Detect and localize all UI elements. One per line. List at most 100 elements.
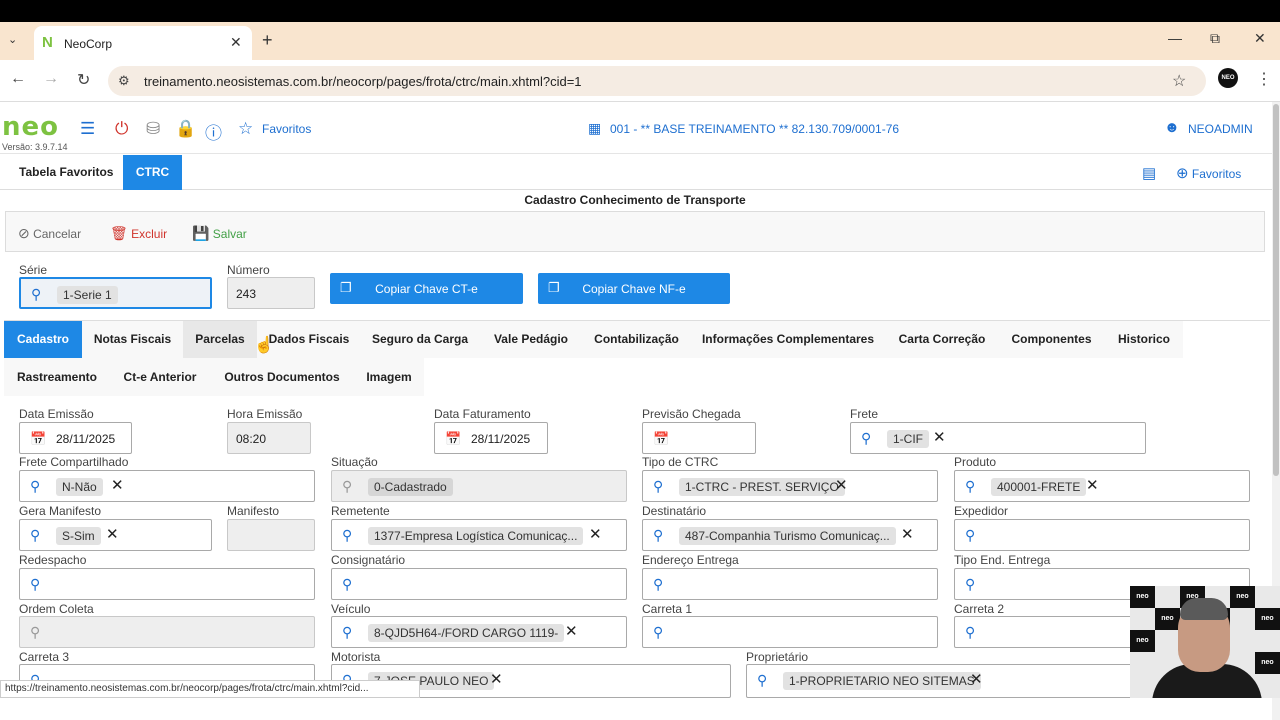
restore-icon[interactable]: ⧉ bbox=[1210, 30, 1220, 47]
ordem-coleta-field[interactable]: ⚲ bbox=[19, 616, 315, 648]
endereco-entrega-field[interactable]: ⚲ bbox=[642, 568, 938, 600]
expedidor-field[interactable]: ⚲ bbox=[954, 519, 1250, 551]
company-selector[interactable]: 001 - ** BASE TREINAMENTO ** 82.130.709/… bbox=[610, 122, 899, 136]
clear-icon[interactable]: ✕ bbox=[1086, 476, 1099, 494]
search-icon[interactable]: ⚲ bbox=[30, 527, 40, 544]
tab-rastreamento[interactable]: Rastreamento bbox=[4, 358, 110, 396]
power-icon[interactable]: ⏻ bbox=[115, 119, 128, 139]
redespacho-field[interactable]: ⚲ bbox=[19, 568, 315, 600]
browser-menu-icon[interactable]: ⋮ bbox=[1256, 69, 1272, 89]
consignatario-field[interactable]: ⚲ bbox=[331, 568, 627, 600]
situacao-field[interactable]: ⚲ 0-Cadastrado bbox=[331, 470, 627, 502]
hamburger-menu-icon[interactable]: ☰ bbox=[80, 119, 95, 139]
close-tab-icon[interactable]: ✕ bbox=[230, 34, 242, 51]
search-icon[interactable]: ⚲ bbox=[965, 478, 975, 495]
search-icon[interactable]: ⚲ bbox=[861, 430, 871, 447]
remetente-field[interactable]: ⚲ 1377-Empresa Logística Comunicaç... ✕ bbox=[331, 519, 627, 551]
search-icon[interactable]: ⚲ bbox=[653, 624, 663, 641]
star-icon[interactable]: ☆ bbox=[238, 119, 253, 139]
profile-avatar[interactable]: NEO bbox=[1218, 68, 1238, 88]
close-window-icon[interactable]: ✕ bbox=[1254, 30, 1266, 47]
tab-cte-anterior[interactable]: Ct-e Anterior bbox=[110, 358, 210, 396]
serie-field[interactable]: ⚲ 1-Serie 1 bbox=[19, 277, 212, 309]
save-button[interactable]: 💾 Salvar bbox=[192, 225, 247, 242]
search-icon[interactable]: ⚲ bbox=[965, 576, 975, 593]
numero-field[interactable]: 243 bbox=[227, 277, 315, 309]
tab-seguro-da-carga[interactable]: Seguro da Carga bbox=[361, 321, 479, 358]
add-favorite-button[interactable]: ⊕ Favoritos bbox=[1176, 164, 1241, 182]
clear-icon[interactable]: ✕ bbox=[970, 670, 983, 688]
info-icon[interactable]: ⓘ bbox=[205, 119, 222, 144]
browser-tab[interactable]: N NeoCorp ✕ bbox=[34, 26, 252, 60]
calendar-icon[interactable]: 📅 bbox=[445, 431, 461, 447]
back-icon[interactable]: ← bbox=[10, 70, 26, 88]
clear-icon[interactable]: ✕ bbox=[933, 428, 946, 446]
tab-historico[interactable]: Historico bbox=[1105, 321, 1183, 358]
bookmark-star-icon[interactable]: ☆ bbox=[1172, 71, 1186, 91]
search-icon[interactable]: ⚲ bbox=[30, 576, 40, 593]
tab-carta-correcao[interactable]: Carta Correção bbox=[886, 321, 998, 358]
tipo-ctrc-field[interactable]: ⚲ 1-CTRC - PREST. SERVIÇO ✕ bbox=[642, 470, 938, 502]
url-text[interactable]: treinamento.neosistemas.com.br/neocorp/p… bbox=[144, 74, 582, 89]
clear-icon[interactable]: ✕ bbox=[589, 525, 602, 543]
cancel-button[interactable]: ⊘ Cancelar bbox=[18, 225, 81, 242]
data-faturamento-field[interactable]: 📅 28/11/2025 bbox=[434, 422, 548, 454]
site-info-icon[interactable]: ⚙ bbox=[118, 73, 130, 89]
user-name[interactable]: NEOADMIN bbox=[1188, 122, 1253, 136]
carreta1-field[interactable]: ⚲ bbox=[642, 616, 938, 648]
tab-cadastro[interactable]: Cadastro bbox=[4, 321, 82, 358]
omnibox[interactable]: ⚙ treinamento.neosistemas.com.br/neocorp… bbox=[108, 66, 1206, 96]
forward-icon[interactable]: → bbox=[43, 70, 59, 88]
search-icon[interactable]: ⚲ bbox=[653, 478, 663, 495]
tab-vale-pedagio[interactable]: Vale Pedágio bbox=[479, 321, 583, 358]
copy-cte-button[interactable]: ❐ Copiar Chave CT-e bbox=[330, 273, 523, 304]
manifesto-field[interactable] bbox=[227, 519, 315, 551]
tab-informacoes-complementares[interactable]: Informações Complementares bbox=[690, 321, 886, 358]
search-icon[interactable]: ⚲ bbox=[965, 624, 975, 641]
tab-outros-documentos[interactable]: Outros Documentos bbox=[210, 358, 354, 396]
tab-imagem[interactable]: Imagem bbox=[354, 358, 424, 396]
lock-icon[interactable]: 🔒 bbox=[175, 119, 196, 139]
tab-notas-fiscais[interactable]: Notas Fiscais bbox=[82, 321, 183, 358]
clear-icon[interactable]: ✕ bbox=[901, 525, 914, 543]
tab-ctrc[interactable]: CTRC bbox=[123, 155, 182, 190]
search-icon[interactable]: ⚲ bbox=[342, 624, 352, 641]
favorites-link[interactable]: Favoritos bbox=[262, 122, 311, 136]
search-icon[interactable]: ⚲ bbox=[757, 672, 767, 689]
tab-parcelas[interactable]: Parcelas bbox=[183, 321, 257, 358]
calendar-icon[interactable]: 📅 bbox=[653, 431, 669, 447]
new-tab-icon[interactable]: + bbox=[262, 30, 273, 51]
proprietario-field[interactable]: ⚲ 1-PROPRIETARIO NEO SITEMAS ✕ bbox=[746, 664, 1146, 698]
database-icon[interactable]: ⛁ bbox=[146, 119, 160, 139]
search-icon[interactable]: ⚲ bbox=[653, 527, 663, 544]
search-icon[interactable]: ⚲ bbox=[653, 576, 663, 593]
clear-icon[interactable]: ✕ bbox=[111, 476, 124, 494]
frete-field[interactable]: ⚲ 1-CIF ✕ bbox=[850, 422, 1146, 454]
gera-manifesto-field[interactable]: ⚲ S-Sim ✕ bbox=[19, 519, 212, 551]
reload-icon[interactable]: ↻ bbox=[77, 70, 90, 90]
tab-contabilizacao[interactable]: Contabilização bbox=[583, 321, 690, 358]
veiculo-field[interactable]: ⚲ 8-QJD5H64-/FORD CARGO 1119- ✕ bbox=[331, 616, 627, 648]
copy-nfe-button[interactable]: ❐ Copiar Chave NF-e bbox=[538, 273, 730, 304]
previsao-chegada-field[interactable]: 📅 bbox=[642, 422, 756, 454]
clear-icon[interactable]: ✕ bbox=[835, 476, 848, 494]
clear-icon[interactable]: ✕ bbox=[106, 525, 119, 543]
list-icon[interactable]: ▤ bbox=[1142, 164, 1156, 182]
search-icon[interactable]: ⚲ bbox=[342, 576, 352, 593]
frete-compartilhado-field[interactable]: ⚲ N-Não ✕ bbox=[19, 470, 315, 502]
tab-tabela-favoritos[interactable]: Tabela Favoritos bbox=[5, 155, 127, 190]
user-icon[interactable]: ☻ bbox=[1164, 119, 1180, 136]
minimize-icon[interactable]: — bbox=[1168, 30, 1182, 46]
tab-search-icon[interactable]: ⌄ bbox=[8, 33, 24, 49]
search-icon[interactable]: ⚲ bbox=[30, 478, 40, 495]
delete-button[interactable]: 🗑 Excluir bbox=[110, 225, 167, 242]
clear-icon[interactable]: ✕ bbox=[490, 670, 503, 688]
tab-componentes[interactable]: Componentes bbox=[998, 321, 1105, 358]
destinatario-field[interactable]: ⚲ 487-Companhia Turismo Comunicaç... ✕ bbox=[642, 519, 938, 551]
produto-field[interactable]: ⚲ 400001-FRETE ✕ bbox=[954, 470, 1250, 502]
clear-icon[interactable]: ✕ bbox=[565, 622, 578, 640]
search-icon[interactable]: ⚲ bbox=[965, 527, 975, 544]
calendar-icon[interactable]: 📅 bbox=[30, 431, 46, 447]
hora-emissao-field[interactable]: 08:20 bbox=[227, 422, 311, 454]
scrollbar-thumb[interactable] bbox=[1273, 104, 1279, 476]
